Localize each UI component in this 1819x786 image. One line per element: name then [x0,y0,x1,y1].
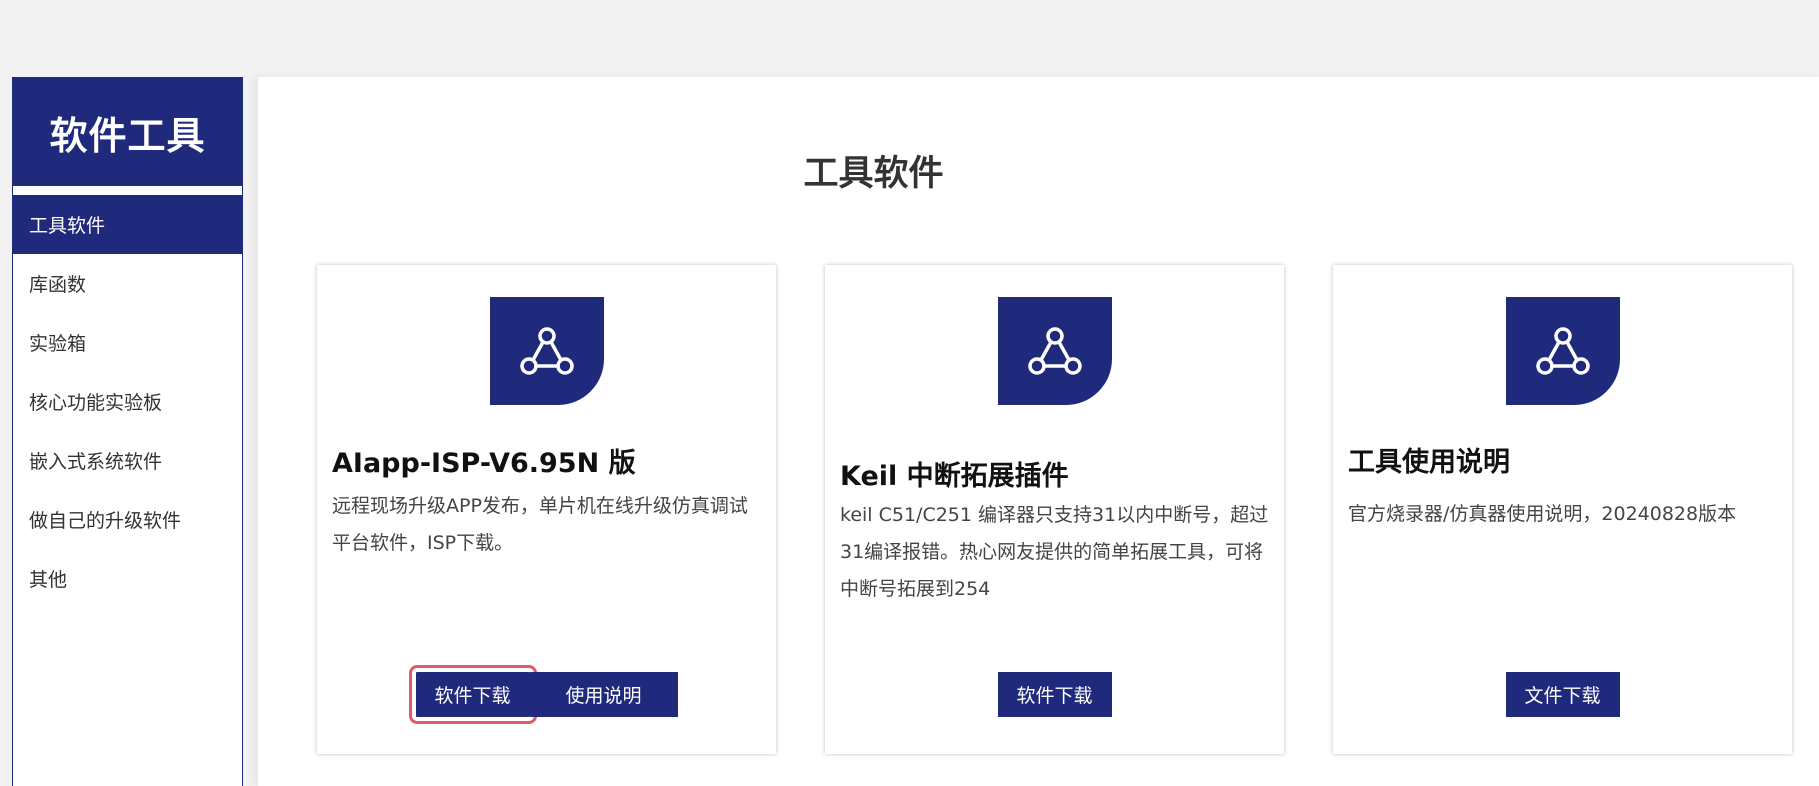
network-icon [1505,297,1620,405]
network-icon [997,297,1112,405]
card-actions: 软件下载 [825,672,1284,717]
sidebar-item-lab-box[interactable]: 实验箱 [13,313,242,372]
sidebar: 软件工具 工具软件 库函数 实验箱 核心功能实验板 嵌入式系统软件 做自己的升级… [12,77,243,786]
card-actions: 文件下载 [1333,672,1792,717]
page-title: 工具软件 [258,145,1819,196]
card-description: 官方烧录器/仿真器使用说明，20240828版本 [1348,503,1737,525]
software-download-button[interactable]: 软件下载 [408,665,537,724]
card-title: AIapp-ISP-V6.95N 版 [332,448,636,479]
card-description: keil C51/C251 编译器只支持31以内中断号，超过31编译报错。热心网… [840,504,1269,600]
page-title-text: 工具软件 [803,154,944,194]
network-icon [489,297,604,405]
file-download-button[interactable]: 文件下载 [1505,672,1620,717]
sidebar-item-upgrade[interactable]: 做自己的升级软件 [13,490,242,549]
card-keil-interrupt: Keil 中断拓展插件 keil C51/C251 编译器只支持31以内中断号，… [825,265,1284,754]
sidebar-divider [13,186,242,195]
card-tool-guide: 工具使用说明 官方烧录器/仿真器使用说明，20240828版本 文件下载 [1333,265,1792,754]
main-content: 工具软件 AIapp-ISP-V6.95N 版 远程现场升级APP发布，单片机在… [258,77,1819,786]
sidebar-item-tools[interactable]: 工具软件 [13,195,242,254]
card-actions: 软件下载 使用说明 [317,665,776,724]
software-download-button[interactable]: 软件下载 [997,672,1112,717]
sidebar-item-embedded[interactable]: 嵌入式系统软件 [13,431,242,490]
sidebar-item-library[interactable]: 库函数 [13,254,242,313]
card-title: Keil 中断拓展插件 [840,461,1069,492]
card-description: 远程现场升级APP发布，单片机在线升级仿真调试平台软件，ISP下载。 [332,495,748,554]
card-title: 工具使用说明 [1348,447,1510,478]
card-aiapp-isp: AIapp-ISP-V6.95N 版 远程现场升级APP发布，单片机在线升级仿真… [317,265,776,754]
sidebar-item-other[interactable]: 其他 [13,549,242,608]
user-guide-button[interactable]: 使用说明 [529,672,678,717]
sidebar-title: 软件工具 [13,78,242,186]
sidebar-item-core-board[interactable]: 核心功能实验板 [13,372,242,431]
